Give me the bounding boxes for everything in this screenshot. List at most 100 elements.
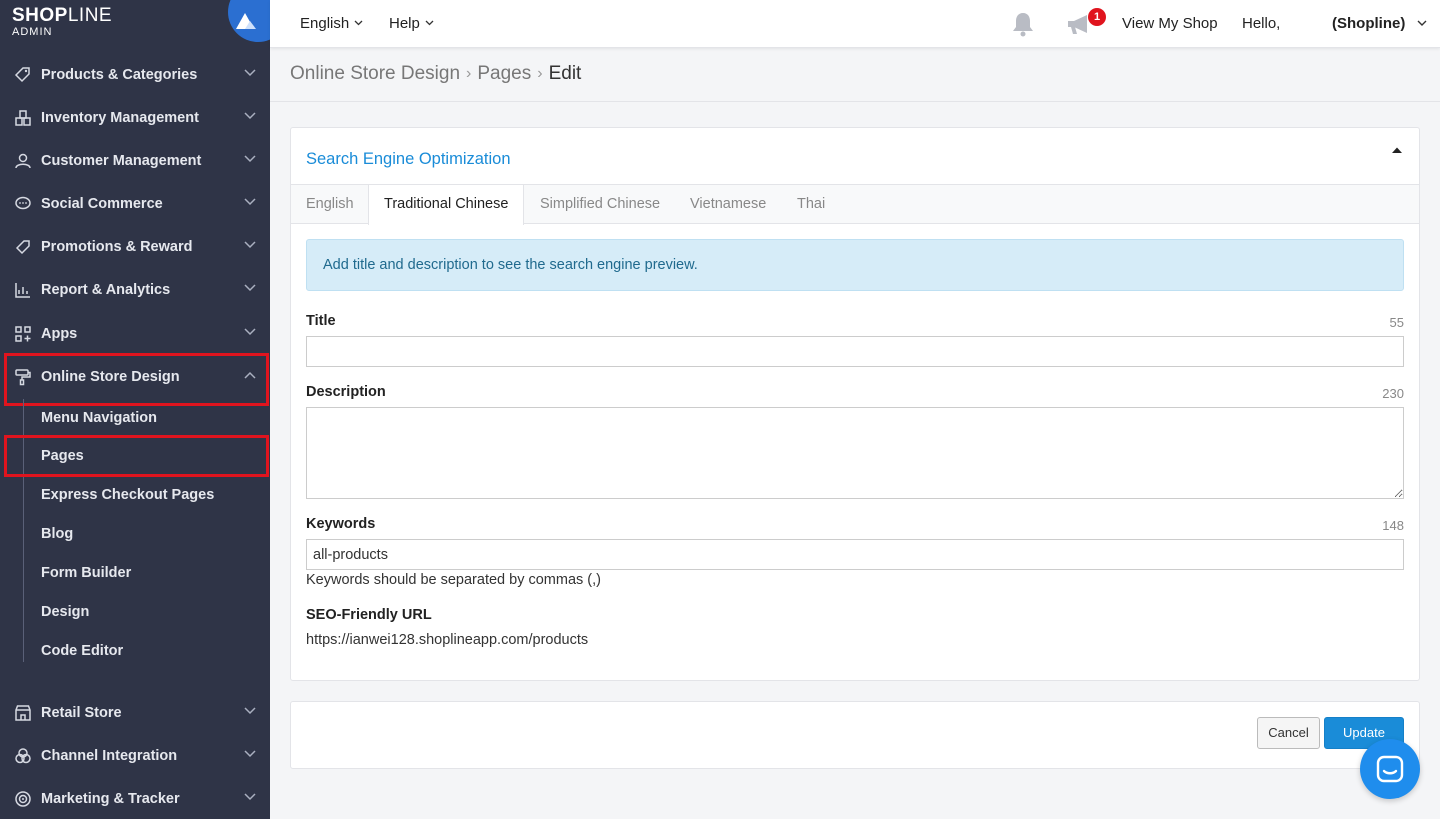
view-my-shop-link[interactable]: View My Shop [1122, 14, 1218, 32]
nav-report-analytics[interactable]: Report & Analytics [0, 271, 270, 309]
chevron-down-icon [244, 198, 256, 206]
help-label: Help [389, 14, 420, 32]
chevron-down-icon [425, 20, 434, 26]
bell-icon[interactable] [1011, 11, 1035, 37]
tab-traditional-chinese[interactable]: Traditional Chinese [368, 185, 525, 225]
nav-label: Promotions & Reward [41, 239, 193, 255]
keywords-label: Keywords [306, 516, 376, 532]
mountain-icon [236, 13, 256, 29]
chart-icon [13, 280, 33, 300]
seo-url-label: SEO-Friendly URL [306, 607, 432, 623]
sub-item-design[interactable]: Design [41, 602, 89, 622]
nav-marketing-tracker[interactable]: Marketing & Tracker [0, 780, 270, 818]
breadcrumb-current: Edit [548, 63, 582, 84]
brand-bold: SHOP [12, 5, 68, 26]
nav-label: Apps [41, 326, 78, 342]
nav-apps[interactable]: Apps [0, 315, 270, 353]
tab-vietnamese[interactable]: Vietnamese [675, 185, 781, 224]
highlight-online-store-design [4, 353, 269, 406]
chevron-down-icon [244, 750, 256, 758]
keywords-char-count: 148 [1382, 518, 1404, 533]
nav-label: Marketing & Tracker [41, 791, 180, 807]
chevron-down-icon [244, 155, 256, 163]
chat-launcher[interactable] [1360, 739, 1420, 799]
nav-label: Social Commerce [41, 196, 163, 212]
sub-item-blog[interactable]: Blog [41, 524, 73, 544]
store-switch-corner[interactable] [228, 0, 270, 42]
description-char-count: 230 [1382, 386, 1404, 401]
title-input[interactable] [306, 336, 1404, 367]
tab-english[interactable]: English [291, 185, 369, 224]
target-icon [13, 789, 33, 809]
keywords-hint: Keywords should be separated by commas (… [306, 572, 601, 588]
breadcrumb-online-store-design[interactable]: Online Store Design [290, 63, 460, 85]
apps-grid-icon [13, 324, 33, 344]
nav-promotions-reward[interactable]: Promotions & Reward [0, 228, 270, 266]
nav-social-commerce[interactable]: Social Commerce [0, 185, 270, 223]
chevron-down-icon [244, 793, 256, 801]
chevron-down-icon [244, 328, 256, 336]
breadcrumb-separator: › [466, 65, 472, 82]
breadcrumb-separator: › [537, 65, 543, 82]
sidebar: SHOPLINE ADMIN Products & Categories Inv… [0, 0, 270, 819]
tab-simplified-chinese[interactable]: Simplified Chinese [525, 185, 675, 224]
language-dropdown[interactable]: English [300, 14, 363, 32]
brand-light: LINE [67, 5, 113, 26]
breadcrumb-divider [270, 101, 1440, 102]
seo-panel-title: Search Engine Optimization [306, 150, 511, 168]
nav-products-categories[interactable]: Products & Categories [0, 56, 270, 94]
chevron-down-icon [244, 241, 256, 249]
ticket-icon [13, 237, 33, 257]
nav-customer-management[interactable]: Customer Management [0, 142, 270, 180]
chat-icon [1376, 755, 1404, 783]
account-name: (Shopline) [1332, 14, 1406, 32]
chevron-down-icon [244, 284, 256, 292]
chat-bubble-icon [13, 194, 33, 214]
nav-label: Channel Integration [41, 748, 178, 764]
notification-badge: 1 [1088, 8, 1106, 26]
chevron-down-icon [244, 69, 256, 77]
nav-channel-integration[interactable]: Channel Integration [0, 737, 270, 775]
collapse-caret-icon[interactable] [1391, 146, 1403, 154]
sub-item-form-builder[interactable]: Form Builder [41, 563, 131, 583]
brand-sub: ADMIN [12, 26, 53, 38]
channels-icon [13, 746, 33, 766]
sub-item-code-editor[interactable]: Code Editor [41, 641, 123, 661]
title-char-count: 55 [1389, 315, 1404, 330]
breadcrumb: Online Store Design › Pages › Edit [290, 63, 581, 85]
person-icon [13, 151, 33, 171]
tag-icon [13, 65, 33, 85]
boxes-icon [13, 108, 33, 128]
hello-text: Hello, [1242, 14, 1281, 32]
chevron-down-icon [244, 707, 256, 715]
sub-item-express-checkout-pages[interactable]: Express Checkout Pages [41, 485, 214, 505]
shopline-logo[interactable]: SHOPLINE ADMIN [12, 5, 113, 39]
tab-thai[interactable]: Thai [782, 185, 840, 224]
chevron-down-icon [354, 20, 363, 26]
account-dropdown[interactable]: (Shopline) [1332, 14, 1427, 32]
chevron-down-icon [1417, 20, 1427, 26]
cancel-button[interactable]: Cancel [1257, 717, 1320, 749]
description-textarea[interactable] [306, 407, 1404, 499]
language-tabs: English Traditional Chinese Simplified C… [291, 184, 1419, 225]
sub-item-menu-navigation[interactable]: Menu Navigation [41, 408, 157, 428]
seo-url-value: https://ianwei128.shoplineapp.com/produc… [306, 632, 589, 648]
nav-inventory-management[interactable]: Inventory Management [0, 99, 270, 137]
language-label: English [300, 14, 350, 32]
nav-label: Customer Management [41, 153, 202, 169]
nav-label: Inventory Management [41, 110, 199, 126]
seo-preview-info: Add title and description to see the sea… [306, 239, 1404, 291]
nav-label: Report & Analytics [41, 282, 171, 298]
top-bar: English Help 1 View My Shop Hello, (Shop… [270, 0, 1440, 48]
description-label: Description [306, 384, 386, 400]
action-bar: Cancel Update [290, 701, 1420, 769]
store-icon [13, 703, 33, 723]
keywords-input[interactable] [306, 539, 1404, 570]
chevron-down-icon [244, 112, 256, 120]
seo-panel: Search Engine Optimization English Tradi… [290, 127, 1420, 681]
title-label: Title [306, 313, 336, 329]
nav-retail-store[interactable]: Retail Store [0, 694, 270, 732]
breadcrumb-pages[interactable]: Pages [477, 63, 531, 85]
help-dropdown[interactable]: Help [389, 14, 434, 32]
nav-label: Retail Store [41, 705, 122, 721]
